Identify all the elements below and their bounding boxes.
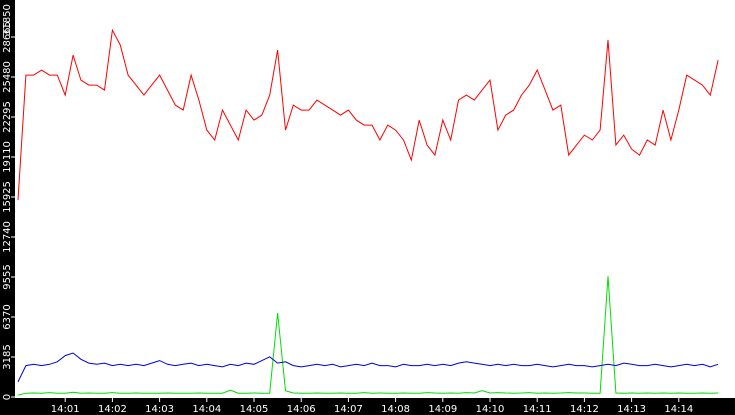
x-tick-label: 14:13 [617, 404, 646, 415]
x-tick-label: 14:12 [570, 404, 599, 415]
x-tick-label: 14:03 [145, 404, 174, 415]
x-tick-label: 14:07 [334, 404, 363, 415]
y-tick-label: 25480 [2, 61, 13, 93]
plot-area [15, 0, 735, 398]
x-tick-label: 14:04 [192, 404, 221, 415]
x-axis: 14:01 14:02 14:03 14:04 14:05 14:06 14:07 14:08… [51, 398, 693, 415]
x-tick-label: 14:02 [98, 404, 127, 415]
x-tick-label: 14:10 [476, 404, 505, 415]
y-tick-label: 6370 [2, 304, 13, 329]
line-chart: 0318563709555127401592519110222952548028… [2, 0, 735, 415]
y-tick-label: 3185 [2, 344, 13, 369]
x-tick-label: 14:14 [664, 404, 693, 415]
x-tick-label: 14:06 [287, 404, 316, 415]
y-tick-label: 15925 [2, 181, 13, 213]
y-tick-label: 22295 [2, 101, 13, 133]
y-tick-label: 9555 [2, 264, 13, 289]
x-tick-label: 14:01 [51, 404, 80, 415]
x-tick-label: 14:11 [523, 404, 552, 415]
y-tick-label: 19110 [2, 141, 13, 173]
x-tick-label: 14:09 [428, 404, 457, 415]
y-tick-label: 12740 [2, 221, 13, 253]
y-axis: 0318563709555127401592519110222952548028… [2, 4, 15, 400]
x-tick-label: 14:08 [381, 404, 410, 415]
y-tick-label: 0 [2, 394, 13, 400]
y-tick-label: 31850 [2, 4, 13, 36]
x-tick-label: 14:05 [240, 404, 269, 415]
